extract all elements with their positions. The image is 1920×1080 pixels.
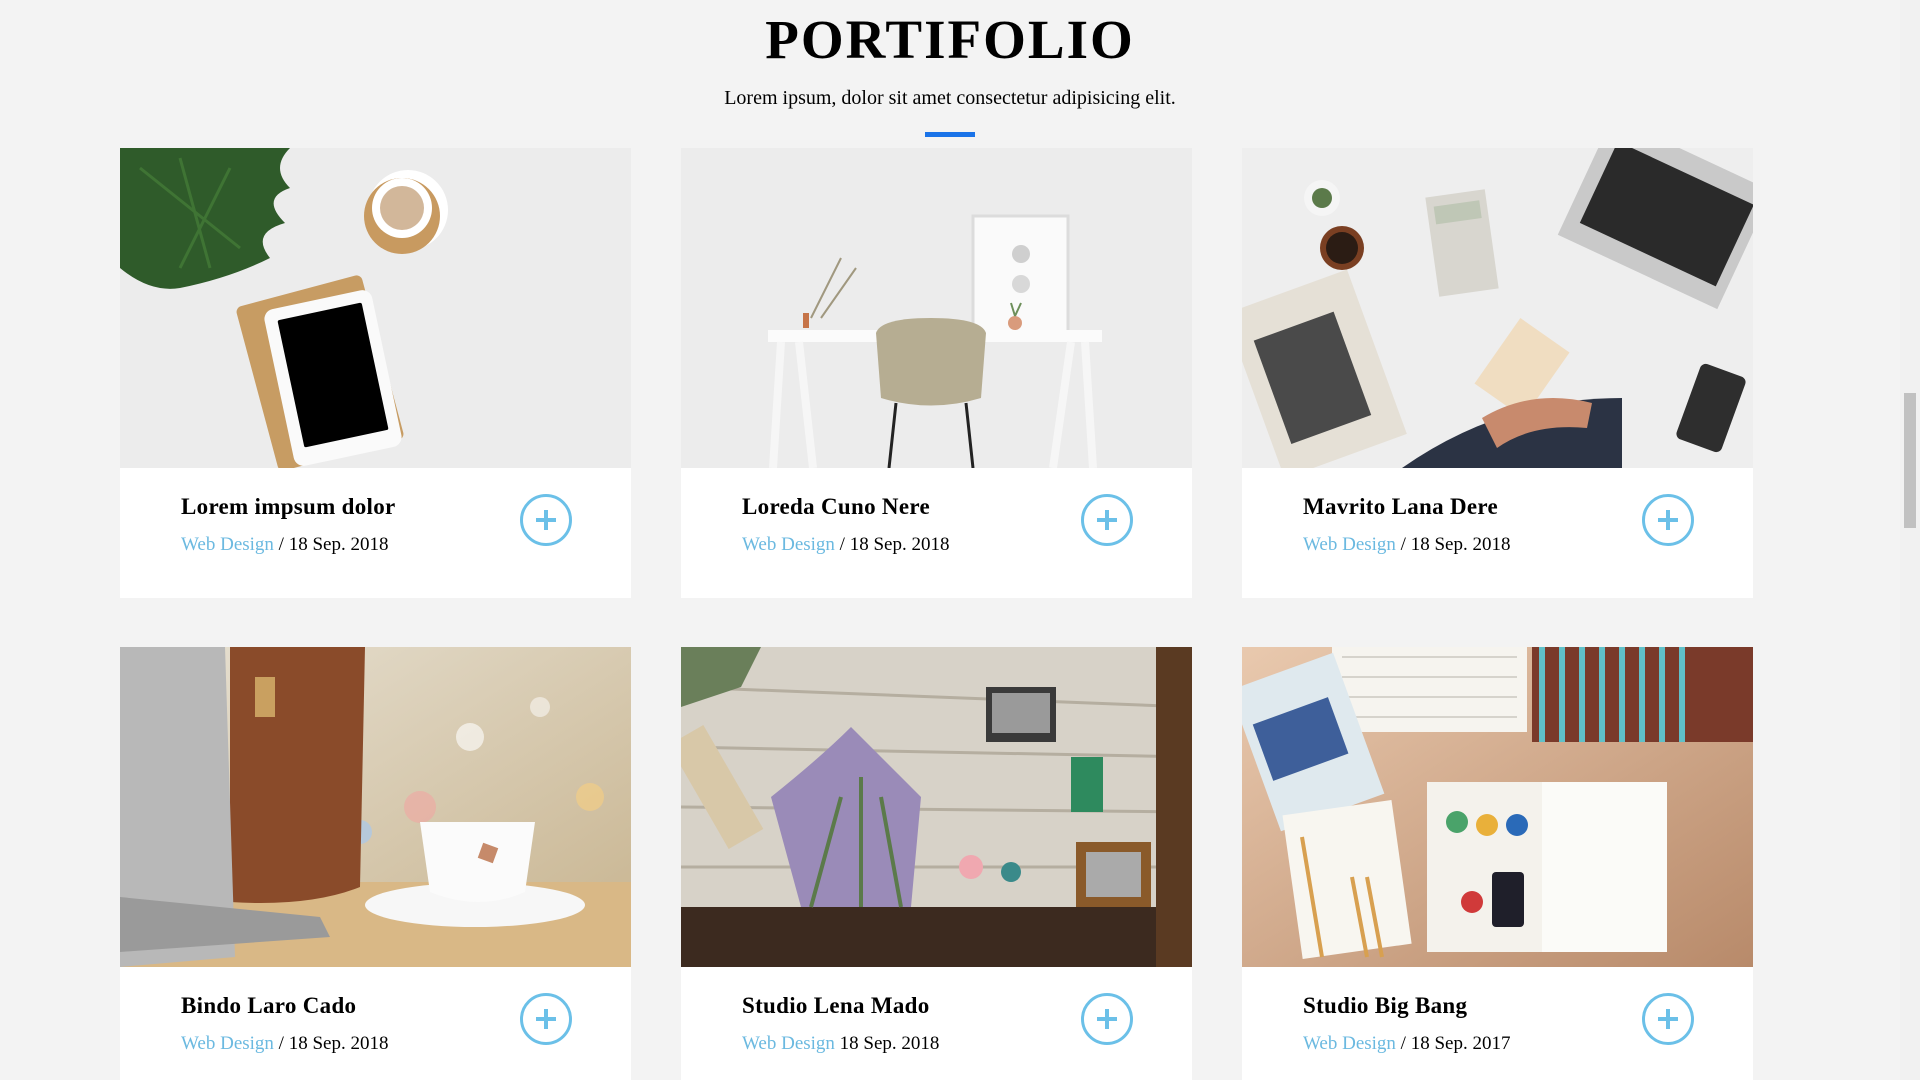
card-title: Loreda Cuno Nere — [742, 494, 930, 519]
card-date: 18 Sep. 2017 — [1410, 1033, 1511, 1054]
card-date: 18 Sep. 2018 — [839, 1033, 940, 1054]
card-info: Bindo Laro Cado Web Design / 18 Sep. 201… — [120, 967, 631, 1080]
category-link[interactable]: Web Design — [1303, 1033, 1396, 1054]
card-title: Studio Lena Mado — [742, 993, 930, 1018]
plus-circle-icon[interactable] — [520, 494, 572, 546]
card-meta: Web Design / 18 Sep. 2018 — [742, 534, 949, 556]
plus-circle-icon[interactable] — [1642, 993, 1694, 1045]
category-link[interactable]: Web Design — [181, 534, 274, 555]
card-date: 18 Sep. 2018 — [288, 534, 389, 555]
scrollbar-thumb[interactable] — [1904, 393, 1916, 528]
portfolio-card: Lorem impsum dolor Web Design / 18 Sep. … — [120, 148, 631, 598]
portfolio-image[interactable] — [120, 647, 631, 967]
portfolio-card: Studio Lena Mado Web Design 18 Sep. 2018 — [681, 647, 1192, 1080]
meta-separator: / — [1395, 1033, 1411, 1054]
plus-circle-icon[interactable] — [1081, 993, 1133, 1045]
portfolio-image[interactable] — [1242, 647, 1753, 967]
meta-separator: / — [273, 1033, 289, 1054]
portfolio-card: Loreda Cuno Nere Web Design / 18 Sep. 20… — [681, 148, 1192, 598]
vertical-scrollbar[interactable] — [1900, 0, 1920, 1080]
card-title: Studio Big Bang — [1303, 993, 1468, 1018]
card-info: Lorem impsum dolor Web Design / 18 Sep. … — [120, 468, 631, 592]
card-meta: Web Design / 18 Sep. 2018 — [1303, 534, 1510, 556]
card-meta: Web Design / 18 Sep. 2017 — [1303, 1033, 1510, 1055]
card-date: 18 Sep. 2018 — [1410, 534, 1511, 555]
meta-separator: / — [273, 534, 289, 555]
portfolio-page: PORTIFOLIO Lorem ipsum, dolor sit amet c… — [0, 0, 1920, 1080]
portfolio-header: PORTIFOLIO Lorem ipsum, dolor sit amet c… — [0, 0, 1900, 137]
plus-circle-icon[interactable] — [1642, 494, 1694, 546]
card-meta: Web Design 18 Sep. 2018 — [742, 1033, 939, 1055]
category-link[interactable]: Web Design — [742, 1033, 835, 1054]
portfolio-card: Studio Big Bang Web Design / 18 Sep. 201… — [1242, 647, 1753, 1080]
portfolio-card: Mavrito Lana Dere Web Design / 18 Sep. 2… — [1242, 148, 1753, 598]
card-date: 18 Sep. 2018 — [849, 534, 950, 555]
category-link[interactable]: Web Design — [1303, 534, 1396, 555]
card-info: Loreda Cuno Nere Web Design / 18 Sep. 20… — [681, 468, 1192, 592]
card-info: Mavrito Lana Dere Web Design / 18 Sep. 2… — [1242, 468, 1753, 592]
page-subtitle: Lorem ipsum, dolor sit amet consectetur … — [724, 87, 1176, 109]
card-meta: Web Design / 18 Sep. 2018 — [181, 1033, 388, 1055]
card-title: Mavrito Lana Dere — [1303, 494, 1499, 519]
portfolio-image[interactable] — [1242, 148, 1753, 468]
page-title: PORTIFOLIO — [765, 9, 1135, 70]
meta-separator: / — [1395, 534, 1411, 555]
portfolio-image[interactable] — [120, 148, 631, 468]
portfolio-image[interactable] — [681, 647, 1192, 967]
portfolio-image[interactable] — [681, 148, 1192, 468]
card-info: Studio Lena Mado Web Design 18 Sep. 2018 — [681, 967, 1192, 1080]
card-info: Studio Big Bang Web Design / 18 Sep. 201… — [1242, 967, 1753, 1080]
meta-separator: / — [834, 534, 850, 555]
card-meta: Web Design / 18 Sep. 2018 — [181, 534, 388, 556]
plus-circle-icon[interactable] — [1081, 494, 1133, 546]
card-date: 18 Sep. 2018 — [288, 1033, 389, 1054]
category-link[interactable]: Web Design — [181, 1033, 274, 1054]
category-link[interactable]: Web Design — [742, 534, 835, 555]
title-underline — [925, 132, 975, 137]
portfolio-card: Bindo Laro Cado Web Design / 18 Sep. 201… — [120, 647, 631, 1080]
card-title: Lorem impsum dolor — [181, 494, 396, 519]
card-title: Bindo Laro Cado — [181, 993, 357, 1018]
plus-circle-icon[interactable] — [520, 993, 572, 1045]
